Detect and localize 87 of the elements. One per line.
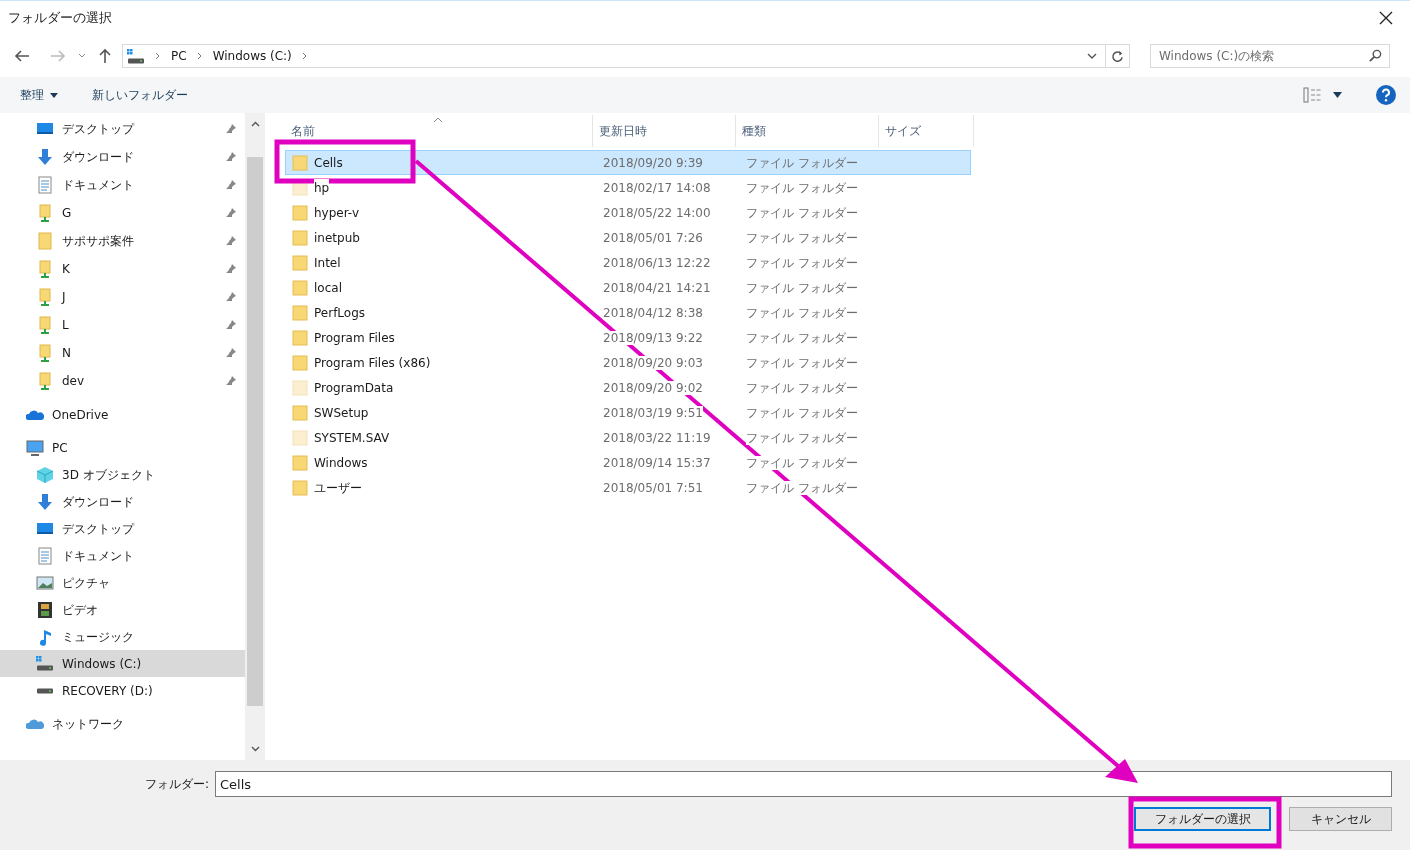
chevron-down-icon[interactable] <box>1087 52 1097 60</box>
nav-item[interactable]: ピクチャ <box>0 569 245 596</box>
nav-item[interactable]: ビデオ <box>0 596 245 623</box>
document-icon <box>36 176 54 194</box>
file-row[interactable]: ユーザー 2018/05/01 7:51 ファイル フォルダー <box>285 475 971 500</box>
nav-item[interactable]: J <box>0 283 245 311</box>
film-icon <box>36 600 54 619</box>
shared-folder-icon <box>36 288 54 306</box>
organize-menu[interactable]: 整理 <box>20 86 58 104</box>
file-row[interactable]: local 2018/04/21 14:21 ファイル フォルダー <box>285 275 971 300</box>
new-folder-button[interactable]: 新しいフォルダー <box>92 86 188 104</box>
shared-folder-icon <box>36 344 54 362</box>
system-drive-icon <box>36 656 54 671</box>
nav-item[interactable]: 3D オブジェクト <box>0 461 245 488</box>
file-row[interactable]: PerfLogs 2018/04/12 8:38 ファイル フォルダー <box>285 300 971 325</box>
forward-arrow-icon <box>50 49 66 63</box>
column-header[interactable]: サイズ <box>879 115 974 147</box>
nav-item[interactable]: OneDrive <box>0 401 245 428</box>
nav-item[interactable]: ドキュメント <box>0 542 245 569</box>
breadcrumb-item[interactable]: PC <box>171 47 187 65</box>
down-arrow-icon <box>36 148 54 166</box>
chevron-right-icon <box>196 52 203 60</box>
file-row[interactable]: hyper-v 2018/05/22 14:00 ファイル フォルダー <box>285 200 971 225</box>
nav-item[interactable]: dev <box>0 367 245 395</box>
address-bar[interactable]: PC Windows (C:) <box>122 44 1130 68</box>
down-arrow-icon <box>36 492 54 511</box>
scrollbar[interactable] <box>245 113 265 760</box>
nav-item[interactable]: ミュージック <box>0 623 245 650</box>
file-row[interactable]: hp 2018/02/17 14:08 ファイル フォルダー <box>285 175 971 200</box>
nav-item[interactable]: サポサポ案件 <box>0 227 245 255</box>
nav-item[interactable]: デスクトップ <box>0 515 245 542</box>
select-folder-button[interactable]: フォルダーの選択 <box>1134 807 1271 831</box>
breadcrumb-item[interactable]: Windows (C:) <box>212 47 292 65</box>
back-arrow-icon <box>14 49 30 63</box>
file-row[interactable]: Intel 2018/06/13 12:22 ファイル フォルダー <box>285 250 971 275</box>
cancel-button[interactable]: キャンセル <box>1289 807 1392 831</box>
nav-item[interactable]: G <box>0 199 245 227</box>
file-row[interactable]: SYSTEM.SAV 2018/03/22 11:19 ファイル フォルダー <box>285 425 971 450</box>
nav-item[interactable]: RECOVERY (D:) <box>0 677 245 704</box>
help-icon[interactable] <box>1376 85 1396 105</box>
picture-icon <box>36 573 54 592</box>
folder-label: フォルダー: <box>143 776 210 793</box>
file-row[interactable]: Cells 2018/09/20 9:39 ファイル フォルダー <box>285 150 971 175</box>
chevron-down-icon <box>78 53 86 59</box>
caret-icon <box>50 92 58 98</box>
shared-folder-icon <box>36 260 54 278</box>
chevron-right-icon <box>301 52 308 60</box>
chevron-right-icon <box>155 52 161 60</box>
file-row[interactable]: Program Files (x86) 2018/09/20 9:03 ファイル フォルダー <box>285 350 971 375</box>
shared-folder-icon <box>36 316 54 334</box>
nav-item[interactable]: N <box>0 339 245 367</box>
search-icon <box>1369 49 1382 62</box>
shared-folder-icon <box>36 204 54 222</box>
folder-name-field[interactable]: Cells <box>215 771 1392 797</box>
column-header[interactable]: 種類 <box>736 115 879 147</box>
drive-icon <box>36 687 54 694</box>
nav-item[interactable]: デスクトップ <box>0 115 245 143</box>
nav-item[interactable]: K <box>0 255 245 283</box>
file-row[interactable]: ProgramData 2018/09/20 9:02 ファイル フォルダー <box>285 375 971 400</box>
file-row[interactable]: inetpub 2018/05/01 7:26 ファイル フォルダー <box>285 225 971 250</box>
file-row[interactable]: Windows 2018/09/14 15:37 ファイル フォルダー <box>285 450 971 475</box>
caret-icon[interactable] <box>1333 92 1342 98</box>
file-row[interactable]: Program Files 2018/09/13 9:22 ファイル フォルダー <box>285 325 971 350</box>
nav-item[interactable]: ダウンロード <box>0 143 245 171</box>
file-row[interactable]: SWSetup 2018/03/19 9:51 ファイル フォルダー <box>285 400 971 425</box>
folder-icon <box>36 232 54 250</box>
refresh-icon[interactable] <box>1111 49 1124 63</box>
window-title: フォルダーの選択 <box>8 9 112 28</box>
nav-item[interactable]: L <box>0 311 245 339</box>
system-drive-icon <box>127 48 145 64</box>
nav-item[interactable]: ドキュメント <box>0 171 245 199</box>
nav-item[interactable]: ダウンロード <box>0 488 245 515</box>
close-icon <box>1379 11 1393 25</box>
column-header[interactable]: 更新日時 <box>593 115 736 147</box>
cube-icon <box>36 465 54 484</box>
chevron-up-icon <box>250 121 260 127</box>
search-field[interactable]: Windows (C:)の検索 <box>1150 44 1390 68</box>
column-header[interactable]: 名前 <box>285 115 593 147</box>
shared-folder-icon <box>36 372 54 390</box>
nav-item[interactable]: ネットワーク <box>0 710 245 737</box>
computer-icon <box>26 438 44 457</box>
nav-item[interactable]: PC <box>0 434 245 461</box>
scrollbar-thumb[interactable] <box>247 157 263 706</box>
document-icon <box>36 546 54 565</box>
nav-item[interactable]: Windows (C:) <box>0 650 245 677</box>
chevron-down-icon <box>250 746 260 752</box>
up-arrow-icon <box>98 48 112 64</box>
